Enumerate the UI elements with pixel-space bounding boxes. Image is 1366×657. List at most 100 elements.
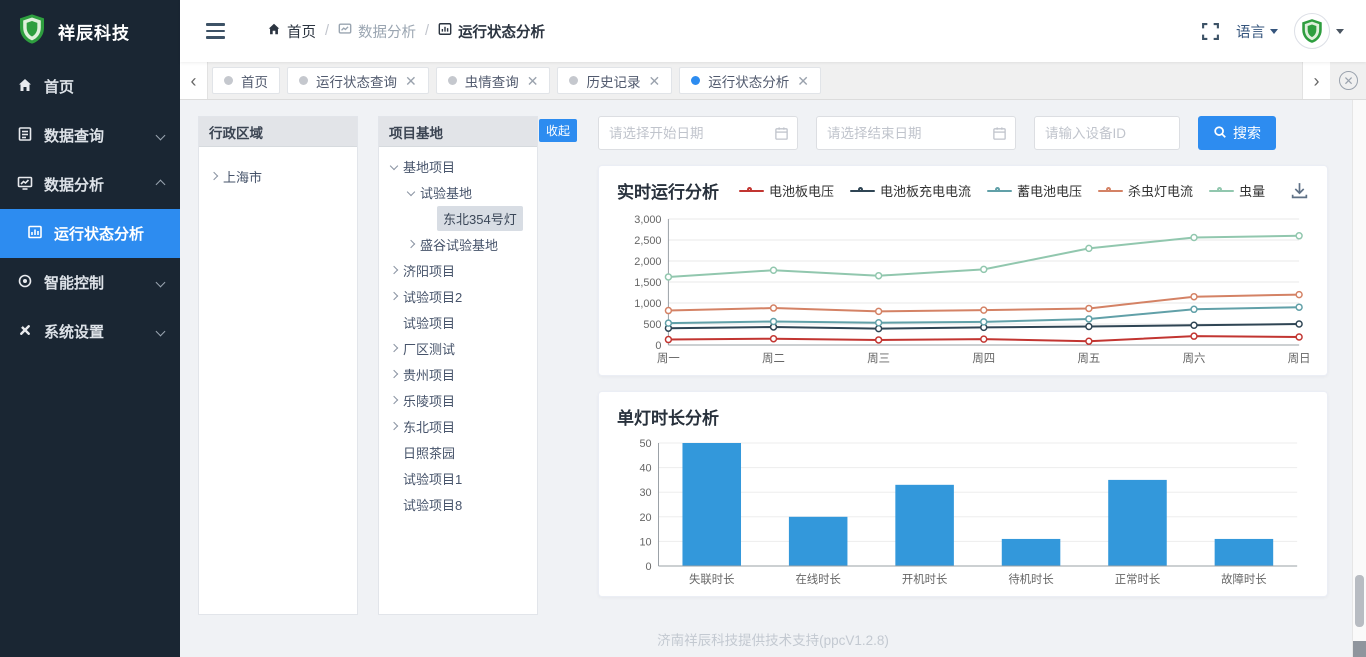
tab-close-icon[interactable]: ✕: [648, 74, 660, 88]
tabs-close-all-icon[interactable]: ✕: [1339, 71, 1358, 90]
tab-历史记录[interactable]: 历史记录 ✕: [557, 67, 672, 94]
scrollbar-thumb[interactable]: [1355, 575, 1364, 627]
legend-item-杀虫灯电流[interactable]: 杀虫灯电流: [1098, 181, 1193, 200]
svg-text:1,000: 1,000: [634, 298, 661, 310]
fullscreen-icon[interactable]: [1201, 22, 1220, 41]
tab-虫情查询[interactable]: 虫情查询✕: [436, 67, 551, 94]
hamburger-menu-icon[interactable]: [202, 19, 229, 43]
tree-node-厂区测试[interactable]: 厂区测试: [379, 335, 537, 361]
device-id-input[interactable]: [1034, 116, 1180, 150]
tab-status-dot: [448, 76, 457, 85]
sidebar-item-home[interactable]: 首页: [0, 62, 180, 111]
chevron-right-icon[interactable]: [407, 240, 415, 248]
sidebar-item-data-query[interactable]: 数据查询: [0, 111, 180, 160]
chevron-right-icon[interactable]: [390, 396, 398, 404]
end-date-input[interactable]: [816, 116, 1016, 150]
tab-close-icon[interactable]: ✕: [527, 74, 539, 88]
svg-text:50: 50: [640, 438, 652, 450]
tree-node-试验项目2[interactable]: 试验项目2: [379, 283, 537, 309]
vertical-scrollbar[interactable]: [1352, 100, 1366, 657]
chevron-down-icon[interactable]: [407, 188, 415, 196]
tree-node-label: 贵州项目: [403, 365, 455, 384]
collapse-button[interactable]: 收起: [539, 119, 577, 142]
tree-node-上海市[interactable]: 上海市: [199, 163, 357, 189]
chevron-right-icon[interactable]: [390, 344, 398, 352]
tree-node-label: 试验项目: [403, 313, 455, 332]
user-menu[interactable]: [1294, 13, 1344, 49]
tree-node-日照茶园[interactable]: 日照茶园: [379, 439, 537, 465]
home-icon: [267, 22, 281, 40]
search-icon: [1213, 125, 1227, 142]
calendar-icon: [992, 126, 1007, 146]
tree-node-贵州项目[interactable]: 贵州项目: [379, 361, 537, 387]
legend-label: 蓄电池电压: [1017, 181, 1082, 200]
chevron-right-icon[interactable]: [390, 292, 398, 300]
svg-text:500: 500: [643, 319, 661, 331]
tab-close-icon[interactable]: ✕: [405, 74, 417, 88]
tree-node-东北354号灯[interactable]: 东北354号灯: [379, 205, 537, 231]
svg-text:3,000: 3,000: [634, 214, 661, 226]
sidebar: 祥辰科技 首页 数据查询 数据分析: [0, 0, 180, 657]
legend-marker-icon: [1098, 186, 1123, 196]
tree-node-label: 乐陵项目: [403, 391, 455, 410]
svg-text:30: 30: [640, 487, 652, 499]
sidebar-item-label: 运行状态分析: [54, 223, 144, 244]
legend-marker-icon: [987, 186, 1012, 196]
card-title: 单灯时长分析: [617, 404, 719, 429]
breadcrumb-label: 运行状态分析: [458, 21, 545, 42]
tree-node-试验项目[interactable]: 试验项目: [379, 309, 537, 335]
svg-text:0: 0: [655, 340, 661, 352]
tabs-scroll-left-icon[interactable]: ‹: [180, 62, 208, 99]
tree-node-label: 盛谷试验基地: [420, 235, 498, 254]
tree-node-label: 试验项目8: [403, 495, 462, 514]
tab-close-icon[interactable]: ✕: [797, 74, 809, 88]
sidebar-menu: 首页 数据查询 数据分析 运行状态分析: [0, 62, 180, 356]
tree-node-基地项目[interactable]: 基地项目: [379, 153, 537, 179]
tree-node-试验项目8[interactable]: 试验项目8: [379, 491, 537, 517]
tab-运行状态查询[interactable]: 运行状态查询✕: [287, 67, 429, 94]
tree-node-乐陵项目[interactable]: 乐陵项目: [379, 387, 537, 413]
tree-node-济阳项目[interactable]: 济阳项目: [379, 257, 537, 283]
breadcrumb-item-home[interactable]: 首页: [267, 21, 316, 42]
brand[interactable]: 祥辰科技: [0, 0, 180, 62]
tab-首页[interactable]: 首页: [212, 67, 280, 94]
sidebar-item-runtime-analysis[interactable]: 运行状态分析: [0, 209, 180, 258]
tab-status-dot: [569, 76, 578, 85]
tab-label: 历史记录: [586, 71, 640, 91]
search-button[interactable]: 搜索: [1198, 116, 1276, 150]
chevron-right-icon[interactable]: [210, 172, 218, 180]
legend-item-电池板充电电流[interactable]: 电池板充电电流: [850, 181, 971, 200]
chevron-right-icon[interactable]: [390, 422, 398, 430]
tree-node-试验基地[interactable]: 试验基地: [379, 179, 537, 205]
svg-text:周一: 周一: [657, 352, 680, 365]
breadcrumb-label: 数据分析: [358, 21, 416, 42]
sidebar-item-settings[interactable]: 系统设置: [0, 307, 180, 356]
tab-status-dot: [691, 76, 700, 85]
legend-item-蓄电池电压[interactable]: 蓄电池电压: [987, 181, 1082, 200]
tree-node-试验项目1[interactable]: 试验项目1: [379, 465, 537, 491]
chevron-down-icon[interactable]: [390, 162, 398, 170]
lamp-duration-card: 单灯时长分析 01020304050失联时长在线时长开机时长待机时长正常时长故障…: [598, 391, 1328, 597]
legend-label: 电池板电压: [769, 181, 834, 200]
tab-运行状态分析[interactable]: 运行状态分析✕: [679, 67, 821, 94]
sidebar-item-data-analysis[interactable]: 数据分析: [0, 160, 180, 209]
tree-indent: [425, 215, 431, 221]
tree-node-东北项目[interactable]: 东北项目: [379, 413, 537, 439]
download-icon[interactable]: [1290, 181, 1309, 200]
chevron-right-icon[interactable]: [390, 266, 398, 274]
legend-item-电池板电压[interactable]: 电池板电压: [739, 181, 834, 200]
sidebar-item-smart-control[interactable]: 智能控制: [0, 258, 180, 307]
home-icon: [17, 77, 33, 97]
start-date-input[interactable]: [598, 116, 798, 150]
caret-down-icon: [1270, 29, 1278, 34]
tabs-scroll-right-icon[interactable]: ›: [1302, 62, 1330, 99]
legend-marker-icon: [850, 186, 875, 196]
page-body: 行政区域 上海市 项目基地 收起 基地项目试验基地东北354号灯盛谷试验基地济阳…: [180, 100, 1366, 657]
language-switcher[interactable]: 语言: [1236, 21, 1278, 42]
tree-node-盛谷试验基地[interactable]: 盛谷试验基地: [379, 231, 537, 257]
open-tabs-bar: ‹ 首页运行状态查询✕虫情查询✕历史记录✕运行状态分析✕ › ✕: [180, 62, 1366, 100]
chevron-right-icon[interactable]: [390, 370, 398, 378]
breadcrumb-item-data-analysis[interactable]: 数据分析: [338, 21, 416, 42]
control-dot-icon: [17, 273, 33, 293]
legend-item-虫量[interactable]: 虫量: [1209, 181, 1265, 200]
